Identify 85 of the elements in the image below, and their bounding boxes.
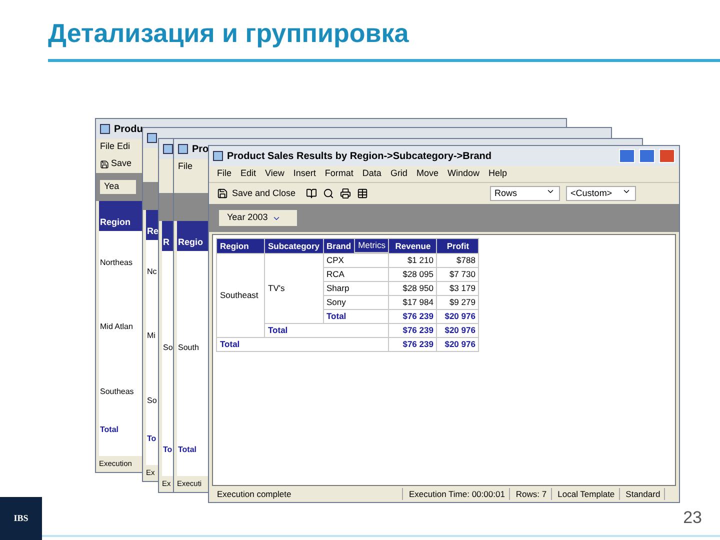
menu-item[interactable]: Edit (240, 167, 256, 181)
row-label: So (146, 394, 158, 407)
cell: $9 279 (436, 296, 479, 310)
window-title: Product Sales Results by Region->Subcategory->Brand (227, 150, 493, 164)
menu-item[interactable]: View (265, 167, 284, 181)
menu-item[interactable]: Grid (390, 167, 408, 181)
column-header: Regio (177, 236, 204, 249)
cell: $28 950 (388, 282, 437, 296)
row-label: Mi (146, 330, 156, 342)
page-number: 23 (683, 507, 702, 529)
cell: $76 239 (388, 338, 437, 352)
status-text: Execution complete (213, 488, 403, 500)
row-label: Nc (146, 266, 158, 278)
menu-item[interactable]: Insert (293, 167, 316, 181)
cell: $20 976 (436, 310, 479, 324)
menu-item[interactable]: Data (362, 167, 382, 181)
window-icon (213, 151, 223, 161)
column-header: Region (216, 238, 264, 254)
window-title: Produ (114, 122, 143, 136)
menu-bar[interactable]: File (178, 160, 193, 174)
cell: $28 095 (388, 268, 437, 282)
metrics-label: Metrics (354, 238, 389, 252)
total-label: Total (177, 444, 198, 456)
save-icon (217, 188, 228, 199)
page-by-dropdown[interactable]: Yea (100, 180, 136, 194)
column-header: R (162, 236, 170, 248)
row-label: South (177, 342, 200, 354)
column-header: Re (146, 224, 159, 238)
minimize-button[interactable] (619, 149, 635, 163)
cell: Southeast (216, 254, 264, 338)
cell: Sony (323, 296, 389, 310)
cell: $76 239 (388, 324, 437, 338)
axis-dropdown[interactable]: Rows (490, 186, 560, 202)
column-header: Brand (323, 238, 355, 254)
menu-item[interactable]: Move (416, 167, 438, 181)
status-text: Local Template (554, 488, 620, 500)
column-header: Subcategory (264, 238, 323, 254)
cell: RCA (323, 268, 389, 282)
total-label: Total (99, 424, 120, 436)
cell: $788 (436, 254, 479, 268)
cell: $17 984 (388, 296, 437, 310)
status-text: Standard (622, 488, 666, 500)
cell: Total (216, 338, 389, 352)
row-label: Mid Atlan (99, 321, 134, 334)
column-header: Region (99, 216, 130, 229)
cell: $3 179 (436, 282, 479, 296)
status-text: Rows: 7 (512, 488, 552, 500)
row-label: Southeas (99, 386, 135, 398)
logo: IBS (0, 497, 42, 540)
status-text: Execution Time: 00:00:01 (405, 488, 510, 500)
page-by-dropdown[interactable]: Year 2003 (219, 210, 297, 226)
total-label: To (162, 444, 173, 456)
maximize-button[interactable] (639, 149, 655, 163)
menu-item[interactable]: Format (324, 167, 354, 181)
cell: Total (264, 324, 389, 338)
cell: $1 210 (388, 254, 437, 268)
search-icon[interactable] (322, 188, 334, 199)
cell: Sharp (323, 282, 389, 296)
printer-icon[interactable] (340, 188, 351, 199)
window-title: Pro (192, 142, 209, 156)
total-label: To (146, 433, 158, 445)
slide-title: Детализация и группировка (48, 17, 410, 50)
cell: $20 976 (436, 338, 479, 352)
cell: CPX (323, 254, 389, 268)
save-icon (100, 160, 109, 168)
column-header: Profit (436, 238, 479, 254)
cell: $76 239 (388, 310, 437, 324)
cell: $7 730 (436, 268, 479, 282)
menu-item[interactable]: Help (488, 167, 507, 181)
window-icon (100, 124, 110, 134)
save-and-close-button[interactable]: Save and Close (213, 186, 300, 200)
menu-item[interactable]: Window (447, 167, 480, 181)
close-button[interactable] (659, 149, 675, 163)
table-icon[interactable] (356, 188, 368, 199)
template-dropdown[interactable]: <Custom> (566, 186, 636, 202)
save-button[interactable]: Save (100, 157, 132, 171)
row-label: Northeas (99, 257, 134, 270)
cell: $20 976 (436, 324, 479, 338)
cell: Total (323, 310, 389, 324)
book-icon[interactable] (306, 188, 317, 199)
menu-bar[interactable]: File Edi (100, 140, 130, 154)
row-label: So (162, 342, 173, 354)
menu-item[interactable]: File (217, 167, 232, 181)
column-header: Revenue (388, 238, 437, 254)
cell: TV's (264, 254, 323, 324)
